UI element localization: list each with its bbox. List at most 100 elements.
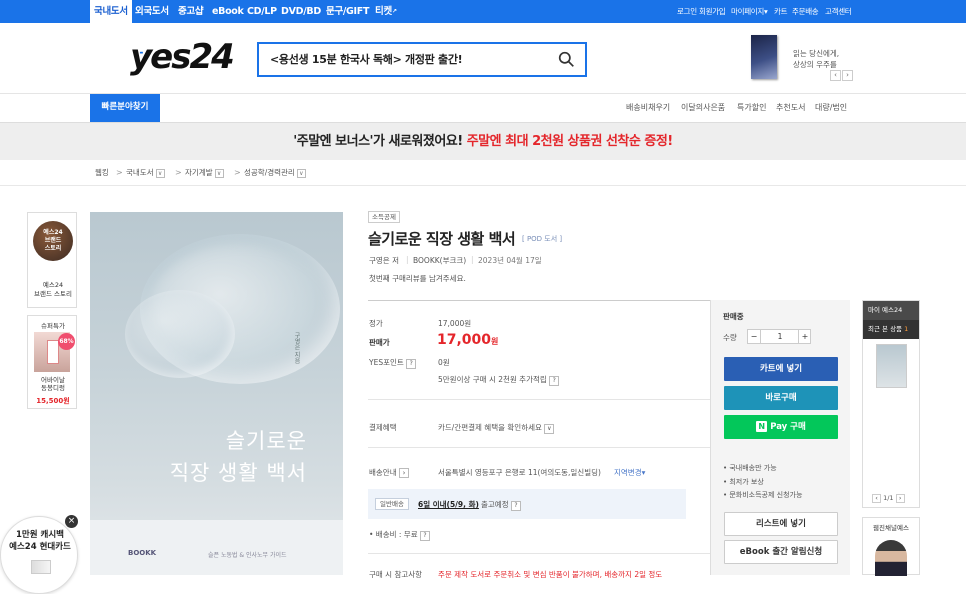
quick-category-find-button[interactable]: 빠른분야찾기: [90, 94, 160, 122]
recent-prev-button[interactable]: ‹: [872, 494, 881, 503]
brand-story-label: 예스24 브랜드 스토리: [28, 281, 78, 299]
search-icon[interactable]: [558, 51, 575, 68]
customer-center-link[interactable]: 고객센터: [825, 0, 852, 23]
signup-link[interactable]: 회원가입: [699, 0, 726, 23]
monthly-gift-link[interactable]: 이달의사은품: [681, 94, 725, 122]
cart-link[interactable]: 카트: [774, 0, 788, 23]
chevron-down-icon: ▾: [764, 7, 768, 16]
cover-title-line1: 슬기로운: [225, 429, 307, 453]
sale-price-label: 판매가: [369, 338, 390, 347]
cover-bottom-band: [90, 520, 343, 575]
popup-close-icon[interactable]: ×: [65, 515, 78, 528]
top-category-nav: 국내도서 외국도서 중고샵 eBook CD/LP DVD/BD 문구/GIFT…: [0, 0, 966, 23]
order-delivery-link[interactable]: 주문배송: [792, 0, 819, 23]
recent-item-thumbnail[interactable]: [876, 344, 907, 388]
login-link[interactable]: 로그인: [677, 0, 697, 23]
special-discount-link[interactable]: 특가할인: [737, 94, 766, 122]
divider: |: [406, 255, 409, 264]
popup-line2: 예스24 현대카드: [9, 542, 71, 552]
brand-story-box[interactable]: 예스24 브랜드 스토리 예스24 브랜드 스토리: [27, 212, 77, 308]
breadcrumb-success-career-label: 성공학/경력관리: [244, 168, 295, 177]
tax-deduction-badge: 소득공제: [368, 211, 400, 223]
nav-ticket[interactable]: 티켓↗: [375, 0, 397, 23]
chevron-down-icon[interactable]: ∨: [296, 168, 306, 178]
search-input[interactable]: <용선생 15분 한국사 독해> 개정판 출간!: [270, 44, 463, 75]
quantity-plus-button[interactable]: +: [798, 330, 811, 343]
channel-yes-panel[interactable]: 웹진채널예스: [862, 517, 920, 576]
recent-next-button[interactable]: ›: [895, 494, 905, 503]
search-box[interactable]: <용선생 15분 한국사 독해> 개정판 출간!: [257, 42, 587, 77]
help-icon[interactable]: ?: [420, 531, 430, 541]
delivery-box: 일반배송 6일 이내(5/9, 화) 출고예정 ?: [368, 489, 686, 519]
shipping-fill-link[interactable]: 배송비채우기: [626, 94, 670, 122]
points-extra-text: 5만원이상 구매 시 2천원 추가적립: [438, 375, 547, 384]
shipping-fee-text: • 배송비 : 무료: [369, 530, 418, 539]
yes24-logo[interactable]: ·· yes24: [130, 40, 235, 74]
product-format: [ POD 도서 ]: [522, 235, 563, 243]
help-icon[interactable]: ?: [406, 359, 417, 369]
change-region-text: 지역변경: [614, 468, 642, 477]
deal-name: 어바이날 동봉디렁: [28, 376, 78, 392]
recommended-books-link[interactable]: 추천도서: [776, 94, 805, 122]
ad-text-line1: 읽는 당신에게,: [793, 49, 840, 58]
breadcrumb-self-help[interactable]: 자기계발 ∨: [185, 160, 224, 186]
ad-prev-button[interactable]: ‹: [830, 70, 841, 81]
chevron-down-icon[interactable]: ∨: [155, 168, 165, 178]
add-to-wishlist-button[interactable]: 리스트에 넣기: [724, 512, 838, 536]
card-promo-popup[interactable]: 1만원 캐시백 예스24 현대카드: [0, 516, 78, 594]
ad-next-button[interactable]: ›: [842, 70, 853, 81]
review-prompt[interactable]: 첫번째 구매리뷰를 남겨주세요.: [369, 273, 466, 284]
buy-now-button[interactable]: 바로구매: [724, 386, 838, 410]
discount-badge: 68%: [58, 333, 75, 350]
brand-story-label-2: 브랜드 스토리: [34, 290, 72, 298]
sub-nav: 빠른분야찾기 배송비채우기 이달의사은품 특가할인 추천도서 대량/법인: [0, 94, 966, 123]
naver-pay-button[interactable]: N Pay 구매: [724, 415, 838, 439]
delivery-type-badge: 일반배송: [375, 498, 409, 510]
ad-text[interactable]: 읽는 당신에게, 상상의 우주를: [793, 48, 839, 70]
ad-book-image[interactable]: [751, 35, 777, 79]
nav-cd-lp[interactable]: CD/LP: [247, 0, 277, 23]
points-extra: 5만원이상 구매 시 2천원 추가적립 ?: [438, 374, 560, 386]
nav-foreign-books[interactable]: 외국도서: [135, 0, 169, 23]
nav-ticket-label: 티켓: [375, 6, 392, 17]
change-region-link[interactable]: 지역변경▾: [614, 467, 645, 478]
cover-publisher: BOOKK: [128, 549, 157, 557]
breadcrumb-domestic[interactable]: 국내도서 ∨: [126, 160, 165, 186]
nav-dvd-bd[interactable]: DVD/BD: [281, 0, 321, 23]
mypage-link[interactable]: 마이페이지▾: [731, 0, 768, 23]
banner-text: '주말엔 보너스'가 새로워졌어요!: [293, 134, 463, 149]
breadcrumb-success-career[interactable]: 성공학/경력관리 ∨: [244, 160, 306, 186]
add-to-cart-button[interactable]: 카트에 넣기: [724, 357, 838, 381]
product-author[interactable]: 구영은 저: [369, 255, 399, 266]
chevron-right-icon[interactable]: ›: [399, 468, 409, 478]
super-deal-box[interactable]: 슈퍼특가 68% 어바이날 동봉디렁 15,500원: [27, 315, 77, 409]
quantity-stepper[interactable]: − 1 +: [747, 329, 811, 344]
nav-ebook[interactable]: eBook: [212, 0, 244, 23]
bulk-corporate-link[interactable]: 대량/법인: [815, 94, 847, 122]
ebook-alert-button[interactable]: eBook 출간 알림신청: [724, 540, 838, 564]
payment-benefit-value[interactable]: 카드/간편결제 혜택을 확인하세요 ∨: [438, 422, 555, 434]
points-label-text: YES포인트: [369, 358, 404, 367]
nav-domestic-books[interactable]: 국내도서: [90, 0, 132, 23]
deal-price: 15,500원: [36, 397, 70, 405]
breadcrumb-home[interactable]: 웹킹: [95, 160, 109, 186]
deal-name-2: 동봉디렁: [41, 384, 65, 392]
product-publisher[interactable]: BOOKK(부크크): [413, 255, 466, 266]
help-icon[interactable]: ?: [549, 376, 560, 386]
super-deal-title: 슈퍼특가: [41, 322, 65, 330]
quantity-minus-button[interactable]: −: [748, 330, 761, 343]
promo-banner[interactable]: '주말엔 보너스'가 새로워졌어요! 주말엔 최대 2천원 상품권 선착순 증정…: [0, 123, 966, 160]
divider: |: [471, 255, 474, 264]
nav-stationery-gift[interactable]: 문구/GIFT: [326, 0, 369, 23]
help-icon[interactable]: ?: [511, 501, 521, 511]
book-cover-image[interactable]: 구영은 지음 슬기로운 직장 생활 백서 BOOKK 슬픈 노동법 & 인사노무…: [90, 212, 343, 575]
channel-yes-title: 웹진채널예스: [873, 524, 909, 532]
quantity-input[interactable]: 1: [762, 330, 798, 343]
recent-pager: ‹ 1/1 ›: [872, 494, 905, 503]
divider: [368, 447, 710, 448]
shipping-address: 서울특별시 영등포구 은행로 11(여의도동,일신빌딩): [438, 468, 601, 477]
divider: [368, 300, 710, 301]
my-yes24-title[interactable]: 마이 예스24: [863, 301, 919, 320]
nav-used-shop[interactable]: 중고샵: [178, 0, 204, 23]
chevron-down-icon[interactable]: ∨: [214, 168, 224, 178]
